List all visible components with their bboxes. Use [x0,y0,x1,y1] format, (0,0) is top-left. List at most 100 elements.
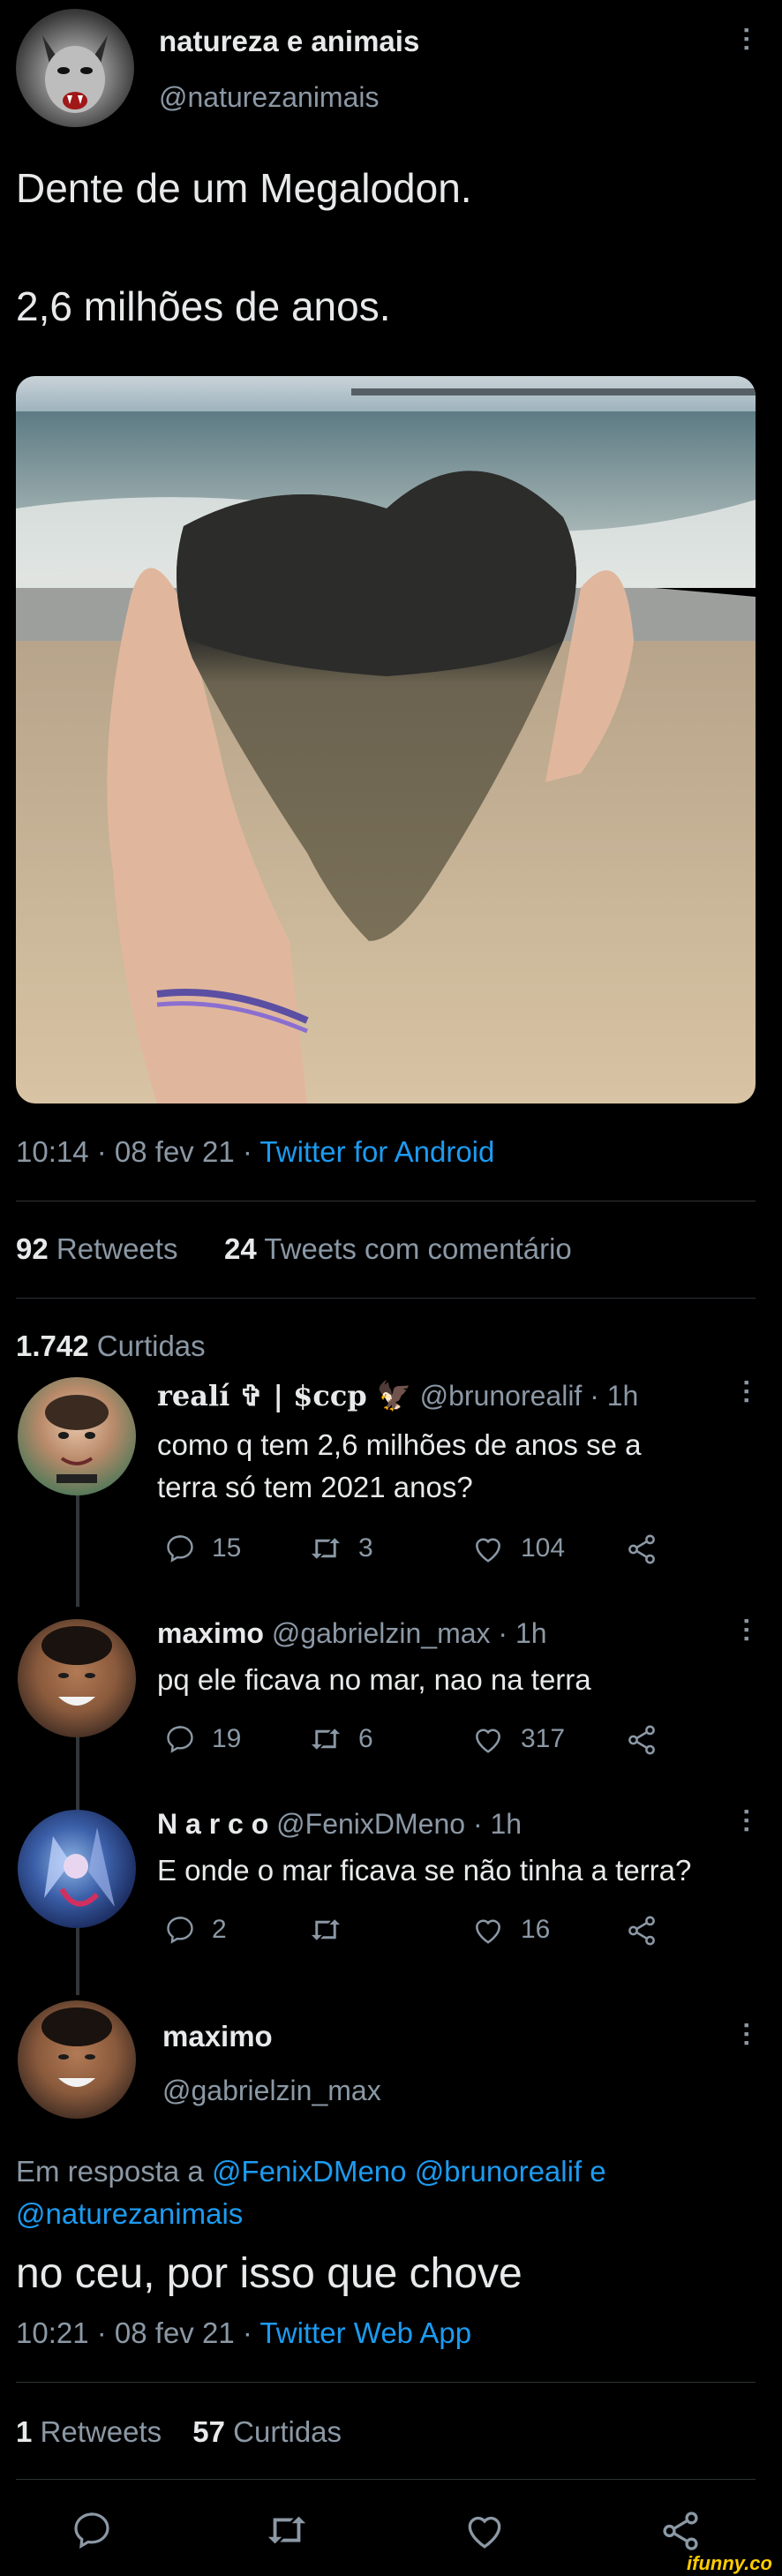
author-handle[interactable]: @naturezanimais [159,81,379,114]
reply-1-reply-button[interactable]: 15 [164,1533,241,1564]
reply-2-reply-button[interactable]: 19 [164,1723,241,1755]
likes-label: Curtidas [96,1329,206,1362]
reply-3-like-button[interactable]: 16 [471,1914,550,1946]
reply-icon [167,1535,193,1563]
ifunny-watermark: ifunny.co [680,2551,779,2576]
person-face-icon [45,1395,109,1483]
more-options-icon[interactable]: ··· [732,1808,761,1834]
focused-reply-handle[interactable]: @gabrielzin_max [162,2075,381,2107]
heart-icon [476,1538,500,1563]
mention-naturezanimais[interactable]: @naturezanimais [16,2197,243,2230]
reply-1-like-button[interactable]: 104 [471,1533,565,1564]
reply-3-retweet-button[interactable] [309,1914,358,1946]
reply-1-retweet-count: 3 [358,1533,373,1563]
reply-context-prefix: Em resposta a [16,2155,212,2188]
retweet-stats[interactable]: 92 Retweets [16,1232,177,1266]
avatar-reply-1[interactable] [18,1377,136,1495]
divider [16,1298,756,1299]
person-face-icon [41,2007,112,2087]
reply-1-like-count: 104 [521,1533,566,1563]
focused-reply-likes-label: Curtidas [233,2415,342,2448]
divider [16,2479,756,2480]
focused-reply-name[interactable]: maximo [162,2020,273,2053]
reply-1-text-line2: terra só tem 2021 anos? [157,1471,473,1503]
share-icon [628,1534,655,1564]
reply-2-like-count: 317 [521,1724,566,1753]
author-name[interactable]: natureza e animais [159,25,419,58]
retweets-label: Retweets [56,1232,178,1265]
retweets-count: 92 [16,1232,49,1265]
reply-2-reply-count: 19 [212,1724,242,1753]
reply-2-like-button[interactable]: 317 [471,1723,565,1755]
reply-2-share-button[interactable] [625,1723,658,1757]
reply-3-text-line1: E onde o mar ficava se não tinha a terra… [157,1854,692,1887]
reply-2-retweet-count: 6 [358,1724,373,1753]
reply-icon [74,2512,109,2549]
reply-2-name: maximo [157,1617,264,1649]
heart-icon [476,1729,500,1753]
reply-2-header[interactable]: maximo @gabrielzin_max · 1h [157,1617,547,1650]
tweet-time: 10:14 · 08 fev 21 · [16,1135,260,1168]
likes-count: 1.742 [16,1329,89,1362]
reply-1-retweet-button[interactable]: 3 [309,1533,373,1564]
mention-brunorealif[interactable]: @brunorealif [415,2155,582,2188]
quote-stats[interactable]: 24 Tweets com comentário [224,1232,572,1266]
reply-3-share-button[interactable] [625,1914,658,1947]
reply-1-name: realí ✞ | $ccp 🦅 [157,1379,412,1412]
anime-character-icon [44,1827,115,1907]
avatar-focused-reply[interactable] [18,2000,136,2119]
reply-2-handle: @gabrielzin_max · 1h [271,1617,547,1649]
like-button[interactable] [462,2509,507,2551]
reply-3-header[interactable]: N a r c o @FenixDMeno · 1h [157,1808,522,1841]
reply-button[interactable] [71,2509,113,2551]
retweet-button[interactable] [265,2509,309,2551]
reply-1-handle: @brunorealif · 1h [419,1380,639,1412]
focused-reply-text: no ceu, por isso que chove [16,2250,523,2297]
reply-context: Em resposta a @FenixDMeno @brunorealif e… [16,2150,757,2235]
avatar-reply-3[interactable] [18,1810,136,1928]
share-icon [628,1916,655,1946]
focused-reply-timestamp: 10:21 · 08 fev 21 · Twitter Web App [16,2316,471,2350]
more-options-icon[interactable]: ··· [732,26,761,53]
avatar-wolf[interactable] [16,9,134,127]
reply-1-header[interactable]: realí ✞ | $ccp 🦅 @brunorealif · 1h [157,1379,638,1412]
reply-2-retweet-button[interactable]: 6 [309,1723,373,1755]
reply-3-name: N a r c o [157,1808,269,1840]
more-options-icon[interactable]: ··· [732,1617,761,1644]
retweet-icon [311,1538,341,1559]
reply-1-reply-count: 15 [212,1533,242,1563]
share-icon [628,1725,655,1755]
reply-3-handle: @FenixDMeno · 1h [276,1808,523,1840]
mention-fenixdmeno[interactable]: @FenixDMeno [212,2155,407,2188]
tweet-photo[interactable] [16,376,756,1103]
like-stats[interactable]: 1.742 Curtidas [16,1329,206,1363]
thread-line [76,1492,79,1607]
reply-3-reply-button[interactable]: 2 [164,1914,227,1946]
reply-1-share-button[interactable] [625,1533,658,1566]
tweet-text-line1: Dente de um Megalodon. [16,165,472,211]
focused-reply-retweets-count: 1 [16,2415,33,2448]
more-options-icon[interactable]: ··· [732,2022,761,2048]
focused-reply-likes-count: 57 [192,2415,225,2448]
retweet-icon [267,2516,306,2544]
more-options-icon[interactable]: ··· [732,1379,761,1405]
focused-reply-stats[interactable]: 1 Retweets 57 Curtidas [16,2415,342,2449]
tweet-timestamp: 10:14 · 08 fev 21 · Twitter for Android [16,1135,494,1169]
and-text: e [582,2155,606,2188]
reply-icon [167,1726,193,1753]
reply-2-text-line1: pq ele ficava no mar, nao na terra [157,1663,591,1696]
heart-icon [476,1919,500,1944]
focused-reply-client-link[interactable]: Twitter Web App [259,2316,471,2349]
reply-icon [167,1917,193,1944]
avatar-reply-2[interactable] [18,1619,136,1737]
share-button[interactable] [658,2509,703,2553]
reply-3-like-count: 16 [521,1915,551,1944]
heart-icon [468,2516,501,2549]
retweet-icon [311,1729,341,1750]
megalodon-tooth-photo [16,376,756,1103]
tweet-text-line2: 2,6 milhões de anos. [16,283,391,329]
reply-3-reply-count: 2 [212,1915,227,1944]
person-face-icon [41,1626,112,1706]
divider [16,2382,756,2383]
tweet-client-link[interactable]: Twitter for Android [259,1135,494,1168]
